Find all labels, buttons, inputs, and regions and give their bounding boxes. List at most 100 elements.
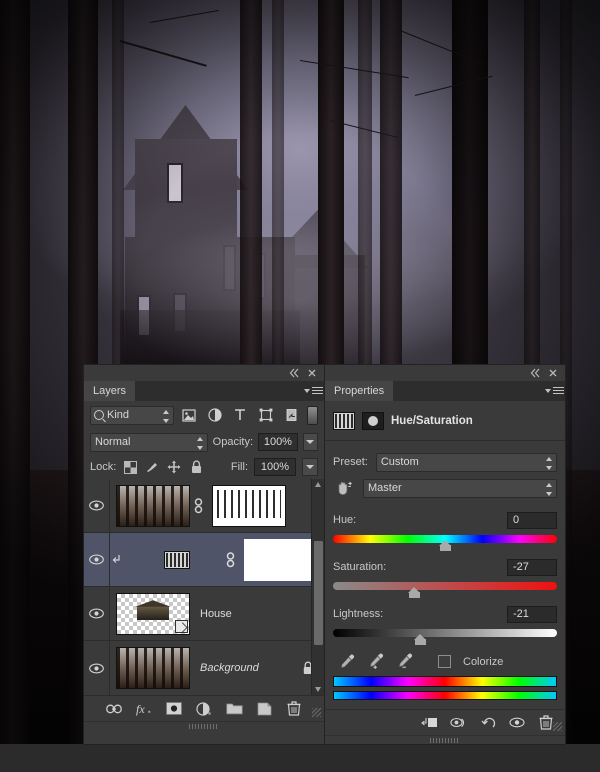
hue-saturation-layer-thumbnail[interactable] bbox=[164, 550, 190, 569]
new-layer-icon[interactable] bbox=[255, 700, 273, 718]
layer-mask-thumbnail[interactable] bbox=[244, 538, 318, 581]
link-layers-icon[interactable] bbox=[105, 700, 123, 718]
lightness-slider-thumb[interactable] bbox=[414, 634, 427, 645]
adjustment-header: Hue/Saturation bbox=[325, 401, 565, 441]
clipping-mask-arrow-icon bbox=[110, 553, 132, 566]
hue-slider-track[interactable] bbox=[333, 535, 557, 551]
new-adjustment-layer-icon[interactable] bbox=[195, 700, 213, 718]
hue-input[interactable]: 0 bbox=[507, 511, 557, 529]
layer-style-fx-icon[interactable]: fx bbox=[135, 700, 153, 718]
layer-thumbnail[interactable] bbox=[116, 592, 190, 635]
link-thumbnail-icon[interactable] bbox=[190, 497, 206, 514]
fill-dropdown-button[interactable] bbox=[302, 458, 318, 476]
link-thumbnail-icon[interactable] bbox=[222, 551, 238, 568]
type-layer-filter-icon[interactable] bbox=[230, 405, 251, 425]
panel-resize-bar[interactable] bbox=[325, 735, 565, 744]
filter-kind-select[interactable]: Kind bbox=[90, 405, 174, 425]
eyedropper-icon[interactable] bbox=[339, 653, 356, 670]
channel-row: Master bbox=[325, 475, 565, 501]
lock-label: Lock: bbox=[90, 461, 117, 473]
lightness-slider-track[interactable] bbox=[333, 629, 557, 645]
collapse-icon[interactable] bbox=[529, 367, 541, 379]
collapse-icon[interactable] bbox=[288, 367, 300, 379]
toggle-visibility-icon[interactable] bbox=[508, 714, 526, 732]
layer-filter-row: Kind bbox=[84, 401, 324, 429]
close-icon[interactable] bbox=[306, 367, 318, 379]
lightness-input[interactable]: -21 bbox=[507, 605, 557, 623]
scroll-down-arrow-icon[interactable] bbox=[315, 687, 321, 692]
saturation-slider-thumb[interactable] bbox=[407, 587, 421, 598]
channel-select[interactable]: Master bbox=[363, 478, 557, 498]
lock-all-icon[interactable] bbox=[188, 459, 204, 475]
tab-properties[interactable]: Properties bbox=[325, 381, 394, 401]
pixel-layer-filter-icon[interactable] bbox=[179, 405, 200, 425]
masks-properties-icon[interactable] bbox=[362, 411, 384, 430]
stepper-arrows-icon bbox=[546, 456, 553, 470]
layer-row-hue-saturation[interactable] bbox=[84, 532, 324, 587]
eyedropper-row: Colorize bbox=[325, 639, 565, 676]
hue-slider-thumb[interactable] bbox=[439, 540, 452, 551]
preset-select[interactable]: Custom bbox=[375, 452, 557, 472]
panel-menu-icon[interactable] bbox=[302, 381, 324, 401]
panel-resize-bar[interactable] bbox=[84, 721, 324, 730]
layer-visibility-toggle[interactable] bbox=[84, 586, 110, 641]
properties-panel-titlebar bbox=[325, 365, 565, 381]
lock-image-pixels-icon[interactable] bbox=[144, 459, 160, 475]
layer-list-scrollbar[interactable] bbox=[311, 479, 324, 695]
panel-resize-grip[interactable] bbox=[553, 722, 562, 731]
preset-value: Custom bbox=[380, 456, 419, 468]
layer-row-background[interactable]: Background bbox=[84, 641, 324, 695]
layer-visibility-toggle[interactable] bbox=[84, 641, 110, 695]
panel-resize-grip[interactable] bbox=[312, 708, 321, 717]
filter-toggle-switch[interactable] bbox=[307, 405, 319, 425]
lightness-slider-group: Lightness: -21 bbox=[325, 603, 565, 645]
scroll-up-arrow-icon[interactable] bbox=[315, 482, 321, 487]
layer-name[interactable]: Background bbox=[190, 662, 300, 674]
tabstrip-filler bbox=[135, 381, 302, 401]
opacity-input[interactable]: 100% bbox=[258, 433, 298, 451]
layer-thumbnail[interactable] bbox=[116, 647, 190, 689]
opacity-dropdown-button[interactable] bbox=[302, 433, 318, 451]
shape-layer-filter-icon[interactable] bbox=[256, 405, 277, 425]
layers-panel-body: Kind Normal Opacity: 100% Lock: Fill: 10… bbox=[84, 401, 324, 730]
layer-visibility-toggle[interactable] bbox=[84, 532, 110, 587]
layers-panel-titlebar bbox=[84, 365, 324, 381]
house-thumb-shape bbox=[137, 606, 169, 620]
layer-thumbnail[interactable] bbox=[116, 484, 190, 527]
saturation-input[interactable]: -27 bbox=[507, 558, 557, 576]
adjustment-layer-filter-icon[interactable] bbox=[204, 405, 225, 425]
scrollbar-thumb[interactable] bbox=[314, 541, 323, 645]
colorize-label: Colorize bbox=[463, 655, 504, 668]
layer-name[interactable]: House bbox=[190, 608, 324, 620]
properties-panel-body: Hue/Saturation Preset: Custom Master Hue… bbox=[325, 401, 565, 744]
clip-to-layer-icon[interactable] bbox=[421, 714, 439, 732]
eyedropper-add-icon[interactable] bbox=[368, 653, 385, 670]
blend-mode-select[interactable]: Normal bbox=[90, 432, 208, 452]
panel-menu-icon[interactable] bbox=[543, 381, 565, 401]
adjustment-properties-icon[interactable] bbox=[333, 411, 355, 430]
lock-position-icon[interactable] bbox=[166, 459, 182, 475]
add-layer-mask-icon[interactable] bbox=[165, 700, 183, 718]
view-previous-state-icon[interactable] bbox=[450, 714, 468, 732]
layer-row-house[interactable]: House bbox=[84, 586, 324, 641]
delete-layer-icon[interactable] bbox=[285, 700, 303, 718]
eyedropper-subtract-icon[interactable] bbox=[397, 653, 414, 670]
search-icon bbox=[94, 410, 104, 420]
saturation-slider-track[interactable] bbox=[333, 582, 557, 598]
new-group-icon[interactable] bbox=[225, 700, 243, 718]
layer-visibility-toggle[interactable] bbox=[84, 479, 110, 533]
reset-icon[interactable] bbox=[479, 714, 497, 732]
lock-transparent-pixels-icon[interactable] bbox=[122, 459, 138, 475]
fill-input[interactable]: 100% bbox=[254, 458, 296, 476]
targeted-adjustment-hand-icon[interactable] bbox=[333, 478, 355, 498]
layers-panel: Layers Kind Normal Opacity: 100% Lock: F… bbox=[84, 365, 324, 744]
layer-mask-thumbnail[interactable] bbox=[212, 484, 286, 527]
smart-object-badge-icon bbox=[175, 619, 188, 633]
colorize-checkbox[interactable] bbox=[438, 655, 451, 668]
lightness-label: Lightness: bbox=[333, 608, 384, 620]
layer-row-forest-masked[interactable] bbox=[84, 479, 324, 533]
smart-object-filter-icon[interactable] bbox=[281, 405, 302, 425]
layers-panel-footer: fx bbox=[84, 695, 324, 721]
tab-layers[interactable]: Layers bbox=[84, 381, 136, 401]
close-icon[interactable] bbox=[547, 367, 559, 379]
